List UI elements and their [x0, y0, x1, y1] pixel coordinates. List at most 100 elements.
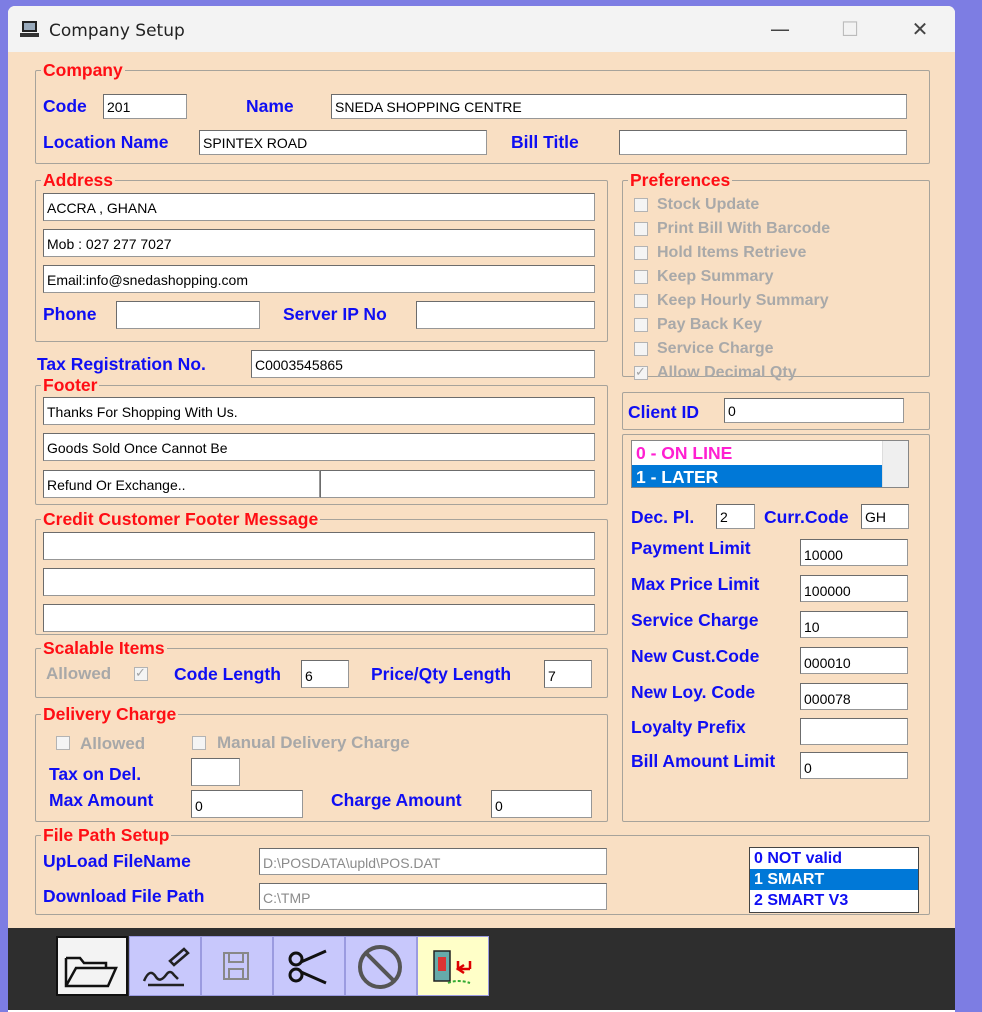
manual-delivery-checkbox[interactable]	[192, 736, 206, 750]
scalable-items-legend: Scalable Items	[41, 638, 167, 658]
delivery-allowed-checkbox[interactable]	[56, 736, 70, 750]
code-label: Code	[43, 96, 87, 116]
title-bar: Company Setup — ☐ ✕	[8, 6, 955, 52]
delivery-charge-legend: Delivery Charge	[41, 704, 179, 724]
phone-input[interactable]	[116, 301, 260, 329]
upload-filename-input[interactable]: D:\POSDATA\upld\POS.DAT	[259, 848, 607, 875]
server-ip-input[interactable]	[416, 301, 595, 329]
save-icon	[223, 952, 249, 980]
preference-label: Keep Hourly Summary	[657, 292, 829, 309]
preference-label: Service Charge	[657, 340, 774, 357]
credit-footer-line-1[interactable]	[43, 532, 595, 560]
max-amount-label: Max Amount	[49, 790, 154, 810]
credit-footer-line-2[interactable]	[43, 568, 595, 596]
format-list-item[interactable]: 1 SMART	[750, 869, 918, 890]
code-length-input[interactable]: 6	[301, 660, 349, 688]
preference-checkbox[interactable]	[634, 198, 648, 212]
footer-line-3[interactable]: Refund Or Exchange..	[43, 470, 320, 498]
scalable-allowed-checkbox[interactable]	[134, 665, 148, 681]
save-button[interactable]	[201, 936, 273, 996]
loyalty-prefix-input[interactable]	[800, 718, 908, 745]
preference-checkbox[interactable]	[634, 294, 648, 308]
format-list-item[interactable]: 2 SMART V3	[750, 890, 918, 911]
credit-footer-legend: Credit Customer Footer Message	[41, 509, 321, 529]
code-input[interactable]: 201	[103, 94, 187, 119]
preference-label: Keep Summary	[657, 268, 774, 285]
service-charge-label: Service Charge	[631, 610, 759, 630]
price-qty-length-input[interactable]: 7	[544, 660, 592, 688]
address-line-1[interactable]: ACCRA , GHANA	[43, 193, 595, 221]
mode-listbox[interactable]: 0 - ON LINE 1 - LATER	[631, 440, 909, 488]
payment-limit-input[interactable]: 10000	[800, 539, 908, 566]
cancel-button[interactable]	[345, 936, 417, 996]
mode-list-item[interactable]: 0 - ON LINE	[632, 441, 882, 465]
window-title: Company Setup	[49, 21, 185, 41]
preference-label: Print Bill With Barcode	[657, 220, 831, 237]
tax-registration-input[interactable]: C0003545865	[251, 350, 595, 378]
preference-checkbox[interactable]	[634, 318, 648, 332]
location-name-input[interactable]: SPINTEX ROAD	[199, 130, 487, 155]
credit-footer-line-3[interactable]	[43, 604, 595, 632]
open-icon	[64, 956, 118, 988]
new-cust-code-label: New Cust.Code	[631, 646, 760, 666]
cut-button[interactable]	[273, 936, 345, 996]
max-amount-input[interactable]: 0	[191, 790, 303, 818]
preference-checkbox[interactable]	[634, 246, 648, 260]
format-listbox[interactable]: 0 NOT valid 1 SMART 2 SMART V3	[749, 847, 919, 913]
curr-code-label: Curr.Code	[764, 507, 849, 527]
sign-button[interactable]	[129, 936, 201, 996]
file-path-legend: File Path Setup	[41, 825, 172, 845]
service-charge-input[interactable]: 10	[800, 611, 908, 638]
exit-icon	[433, 950, 472, 984]
location-name-label: Location Name	[43, 132, 169, 152]
new-cust-code-input[interactable]: 000010	[800, 647, 908, 674]
address-legend: Address	[41, 170, 116, 190]
exit-button[interactable]	[417, 936, 489, 996]
address-line-3[interactable]: Email:info@snedashopping.com	[43, 265, 595, 293]
upload-filename-label: UpLoad FileName	[43, 851, 191, 871]
preference-checkbox[interactable]	[634, 342, 648, 356]
open-button[interactable]	[56, 936, 128, 996]
name-input[interactable]: SNEDA SHOPPING CENTRE	[331, 94, 907, 119]
charge-amount-label: Charge Amount	[331, 790, 462, 810]
charge-amount-input[interactable]: 0	[491, 790, 592, 818]
curr-code-input[interactable]: GH	[861, 504, 909, 529]
address-line-2[interactable]: Mob : 027 277 7027	[43, 229, 595, 257]
new-loy-code-label: New Loy. Code	[631, 682, 756, 702]
footer-line-4[interactable]	[320, 470, 595, 498]
bill-amount-limit-label: Bill Amount Limit	[631, 751, 776, 771]
dec-pl-label: Dec. Pl.	[631, 507, 695, 527]
footer-line-1[interactable]: Thanks For Shopping With Us.	[43, 397, 595, 425]
mode-list-item[interactable]: 1 - LATER	[632, 465, 882, 487]
minimize-button[interactable]: —	[757, 14, 803, 44]
form-area: Company Code 201 Name SNEDA SHOPPING CEN…	[8, 52, 955, 930]
footer-legend: Footer	[41, 375, 100, 395]
tax-registration-label: Tax Registration No.	[37, 354, 206, 374]
loyalty-prefix-label: Loyalty Prefix	[631, 717, 746, 737]
preference-checkbox[interactable]	[634, 270, 648, 284]
bill-amount-limit-input[interactable]: 0	[800, 752, 908, 779]
format-list-item[interactable]: 0 NOT valid	[750, 848, 918, 869]
cancel-icon	[358, 945, 402, 989]
download-path-input[interactable]: C:\TMP	[259, 883, 607, 910]
new-loy-code-input[interactable]: 000078	[800, 683, 908, 710]
client-id-label: Client ID	[628, 402, 699, 422]
tax-on-delivery-input[interactable]	[191, 758, 240, 786]
bill-title-input[interactable]	[619, 130, 907, 155]
name-label: Name	[246, 96, 294, 116]
maximize-button[interactable]: ☐	[827, 14, 873, 44]
footer-line-2[interactable]: Goods Sold Once Cannot Be	[43, 433, 595, 461]
client-id-input[interactable]: 0	[724, 398, 904, 423]
preference-checkbox[interactable]	[634, 222, 648, 236]
close-button[interactable]: ✕	[897, 14, 943, 44]
max-price-limit-input[interactable]: 100000	[800, 575, 908, 602]
scalable-allowed-label: Allowed	[46, 664, 112, 683]
dec-pl-input[interactable]: 2	[716, 504, 755, 529]
preference-checkbox[interactable]	[634, 364, 648, 380]
delivery-allowed-label: Allowed	[80, 734, 146, 753]
download-path-label: Download File Path	[43, 886, 205, 906]
preferences-legend: Preferences	[628, 170, 733, 190]
mode-listbox-scrollbar[interactable]	[882, 441, 908, 487]
sign-icon	[142, 947, 190, 987]
company-legend: Company	[41, 60, 125, 80]
